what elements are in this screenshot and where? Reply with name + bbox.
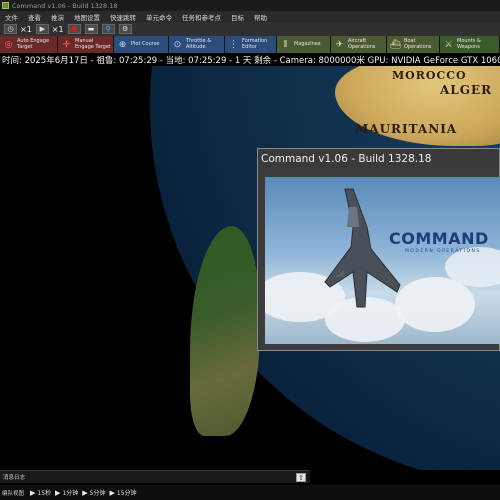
time-step-bar: 编队视图 ▶ 15秒 ▶ 1分钟 ▶ 5分钟 ▶ 15分钟	[0, 485, 500, 500]
sim-controls: ◷ ×1 ▶ ×1 ▬ ⚲ ⚙	[0, 22, 500, 36]
map-label-morocco: MOROCCO	[392, 69, 467, 82]
menu-file[interactable]: 文件	[0, 12, 23, 22]
step-label: 5分钟	[89, 490, 106, 497]
menu-quick-jump[interactable]: 快速跳转	[105, 12, 141, 22]
title-bar: Command v1.06 - Build 1328.18	[0, 0, 500, 11]
formation-label: Formation Editor	[242, 38, 268, 50]
settings-button[interactable]: ⚙	[118, 24, 132, 35]
monitor-button[interactable]: ▬	[84, 24, 98, 35]
step-1m-button[interactable]: ▶ 1分钟	[55, 488, 79, 498]
menu-targets[interactable]: 目标	[226, 12, 249, 22]
message-log-bar: 消息日志 ⇧	[0, 470, 310, 483]
boat-icon: ⛴	[389, 39, 402, 50]
fighter-jet-image	[324, 188, 401, 308]
boat-label: Boat Operations	[404, 38, 432, 50]
monitor-icon: ▬	[84, 24, 98, 34]
aircraft-operations-button[interactable]: ✈ Aircraft Operations	[331, 36, 387, 53]
status-text: 时间: 2025年6月17日 - 祖鲁: 07:25:29 - 当地: 07:2…	[2, 55, 500, 66]
play-icon: ▶	[30, 488, 36, 497]
pin-button[interactable]: ⚲	[101, 24, 115, 35]
play-button[interactable]: ▶ ×1	[35, 24, 64, 35]
menu-view[interactable]: 查看	[23, 12, 46, 22]
splash-title: Command v1.06 - Build 1328.18	[258, 149, 499, 168]
throttle-altitude-button[interactable]: ⊙ Throttle & Altitude	[169, 36, 225, 53]
manual-engage-button[interactable]: ✛ Manual Engage Target	[58, 36, 114, 53]
formation-editor-button[interactable]: ⋮ Formation Editor	[225, 36, 277, 53]
pin-icon: ⚲	[101, 24, 115, 34]
menu-scenario[interactable]: 推演	[46, 12, 69, 22]
speed-label-2: ×1	[51, 24, 64, 34]
throttle-label: Throttle & Altitude	[186, 38, 212, 50]
boat-operations-button[interactable]: ⛴ Boat Operations	[387, 36, 440, 53]
splash-brand-sub: MODERN OPERATIONS	[405, 249, 481, 254]
menu-map-settings[interactable]: 地图设置	[69, 12, 105, 22]
status-line: 时间: 2025年6月17日 - 祖鲁: 07:25:29 - 当地: 07:2…	[0, 53, 500, 66]
mounts-weapons-button[interactable]: ⚔ Mounts & Weapons	[440, 36, 500, 53]
play-icon: ▶	[109, 488, 115, 497]
menu-help[interactable]: 帮助	[249, 12, 272, 22]
menu-unit-orders[interactable]: 单元命令	[141, 12, 177, 22]
app-icon	[2, 2, 9, 9]
magazines-button[interactable]: ⫴ Magazines	[277, 36, 331, 53]
auto-engage-label: Auto Engage Target	[17, 38, 50, 50]
expand-log-button[interactable]: ⇧	[296, 473, 306, 482]
play-icon: ▶	[35, 24, 49, 34]
step-label: 15秒	[37, 490, 52, 497]
throttle-icon: ⊙	[173, 39, 182, 50]
plot-course-button[interactable]: ⊕ Plot Course	[114, 36, 169, 53]
clock-button[interactable]: ◷ ×1	[4, 24, 32, 35]
auto-engage-button[interactable]: ◎ Auto Engage Target	[0, 36, 58, 53]
plot-course-label: Plot Course	[131, 40, 160, 47]
mounts-label: Mounts & Weapons	[457, 38, 481, 50]
step-label: 1分钟	[62, 490, 79, 497]
step-15s-button[interactable]: ▶ 15秒	[30, 488, 52, 498]
aircraft-label: Aircraft Operations	[348, 38, 376, 50]
formation-view-label[interactable]: 编队视图	[2, 489, 24, 497]
splash-window[interactable]: Command v1.06 - Build 1328.18 COMMAND MO…	[257, 148, 500, 351]
plot-course-icon: ⊕	[118, 39, 127, 50]
stop-button[interactable]	[67, 24, 81, 35]
menu-missions[interactable]: 任务和参考点	[177, 12, 226, 22]
menu-bar: 文件 查看 推演 地图设置 快速跳转 单元命令 任务和参考点 目标 帮助	[0, 11, 500, 22]
manual-engage-icon: ✛	[62, 39, 71, 50]
play-icon: ▶	[55, 488, 61, 497]
window-title: Command v1.06 - Build 1328.18	[12, 1, 118, 10]
speed-label: ×1	[20, 24, 32, 34]
map-label-algeria: ALGER	[440, 83, 493, 97]
command-toolbar: ◎ Auto Engage Target ✛ Manual Engage Tar…	[0, 36, 500, 53]
message-log-label: 消息日志	[3, 475, 26, 481]
magazines-label: Magazines	[294, 40, 321, 47]
formation-icon: ⋮	[229, 39, 238, 50]
play-icon: ▶	[82, 488, 88, 497]
gear-icon: ⚙	[118, 24, 132, 34]
splash-brand: COMMAND	[389, 229, 489, 248]
clock-icon: ◷	[4, 24, 17, 34]
cloud	[395, 277, 475, 332]
step-15m-button[interactable]: ▶ 15分钟	[109, 488, 137, 498]
mounts-icon: ⚔	[444, 39, 453, 50]
splash-art: COMMAND MODERN OPERATIONS	[265, 177, 500, 344]
manual-engage-label: Manual Engage Target	[75, 38, 111, 50]
aircraft-icon: ✈	[335, 39, 344, 50]
stop-icon	[67, 24, 81, 34]
arrow-up-icon: ⇧	[298, 473, 304, 482]
magazines-icon: ⫴	[283, 39, 288, 50]
step-label: 15分钟	[116, 490, 137, 497]
auto-engage-icon: ◎	[4, 39, 13, 50]
step-5m-button[interactable]: ▶ 5分钟	[82, 488, 106, 498]
map-label-mauritania: MAURITANIA	[355, 122, 458, 136]
